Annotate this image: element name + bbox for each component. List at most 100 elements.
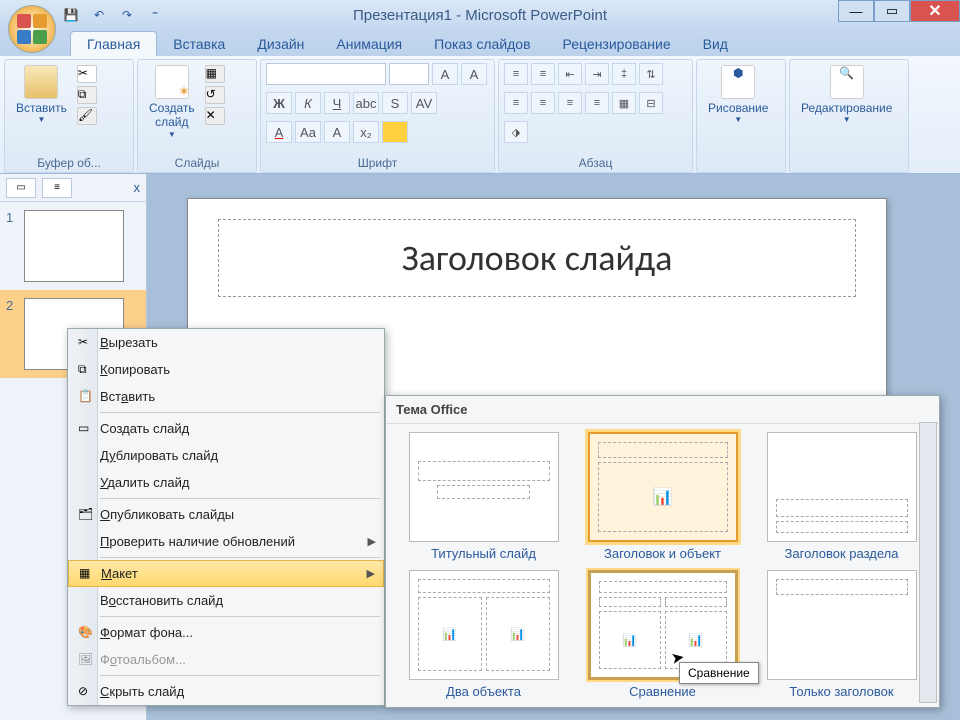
align-center-button[interactable]: ≡ xyxy=(531,92,555,114)
office-button[interactable] xyxy=(8,5,56,53)
layout-label: Только заголовок xyxy=(760,684,923,700)
group-paragraph: ≡ ≡ ⇤ ⇥ ‡ ⇅ ≡ ≡ ≡ ≡ ▦ ⊟ ⬗ Абзац xyxy=(498,59,693,173)
shrink-font-button[interactable]: A xyxy=(461,63,487,85)
layout-section-header[interactable]: Заголовок раздела xyxy=(760,432,923,562)
subscript-button[interactable]: x₂ xyxy=(353,121,379,143)
bullets-button[interactable]: ≡ xyxy=(504,63,528,85)
underline-button[interactable]: Ч xyxy=(324,92,350,114)
hide-icon: ⊘ xyxy=(78,684,94,700)
layout-gallery: Тема Office Титульный слайд 📊 Заголовок … xyxy=(385,395,940,708)
thumb-number: 1 xyxy=(6,210,18,282)
tab-view[interactable]: Вид xyxy=(687,32,744,56)
redo-icon[interactable]: ↷ xyxy=(118,6,136,24)
font-color-button[interactable]: A xyxy=(266,121,292,143)
group-font: A A Ж К Ч abc S AV A Aa A x₂ Шрифт xyxy=(260,59,495,173)
slides-tab-icon[interactable]: ▭ xyxy=(6,178,36,198)
change-case-button[interactable]: Aa xyxy=(295,121,321,143)
tab-review[interactable]: Рецензирование xyxy=(547,32,687,56)
ctx-check-updates[interactable]: Проверить наличие обновлений ▶ xyxy=(68,528,384,555)
numbering-button[interactable]: ≡ xyxy=(531,63,555,85)
highlight-button[interactable] xyxy=(382,121,408,143)
tab-animation[interactable]: Анимация xyxy=(320,32,418,56)
align-text-button[interactable]: ⊟ xyxy=(639,92,663,114)
save-icon[interactable]: 💾 xyxy=(62,6,80,24)
ctx-paste[interactable]: 📋 Вставить xyxy=(68,383,384,410)
italic-button[interactable]: К xyxy=(295,92,321,114)
format-painter-icon[interactable]: 🖌 xyxy=(77,107,97,125)
ctx-layout[interactable]: ▦ Макет ▶ xyxy=(68,560,384,587)
layout-label: Заголовок раздела xyxy=(760,546,923,562)
layout-icon[interactable]: ▦ xyxy=(205,65,225,83)
delete-icon[interactable]: ✕ xyxy=(205,107,225,125)
ctx-hide-slide[interactable]: ⊘ Скрыть слайд xyxy=(68,678,384,705)
slide-thumb-1[interactable]: 1 xyxy=(0,202,146,290)
copy-icon[interactable]: ⧉ xyxy=(77,86,97,104)
thumb-number: 2 xyxy=(6,298,18,370)
editing-button[interactable]: 🔍 Редактирование ▼ xyxy=(795,63,898,127)
grow-font-button[interactable]: A xyxy=(432,63,458,85)
clear-format-button[interactable]: A xyxy=(324,121,350,143)
close-button[interactable]: ✕ xyxy=(910,0,960,22)
layout-title-only[interactable]: Только заголовок xyxy=(760,570,923,700)
group-drawing-label xyxy=(702,154,780,172)
new-slide-button[interactable]: ✶ Создать слайд ▼ xyxy=(143,63,201,141)
new-slide-icon: ▭ xyxy=(78,421,94,437)
spacing-button[interactable]: AV xyxy=(411,92,437,114)
paste-button[interactable]: Вставить ▼ xyxy=(10,63,73,127)
ctx-copy[interactable]: ⧉ Копировать xyxy=(68,356,384,383)
layout-title-slide[interactable]: Титульный слайд xyxy=(402,432,565,562)
cut-icon[interactable]: ✂ xyxy=(77,65,97,83)
maximize-button[interactable]: ▭ xyxy=(874,0,910,22)
reset-icon[interactable]: ↺ xyxy=(205,86,225,104)
bold-button[interactable]: Ж xyxy=(266,92,292,114)
tab-home[interactable]: Главная xyxy=(70,31,157,56)
drawing-label: Рисование xyxy=(708,101,768,115)
line-spacing-button[interactable]: ‡ xyxy=(612,63,636,85)
ctx-reset-slide[interactable]: Восстановить слайд xyxy=(68,587,384,614)
align-right-button[interactable]: ≡ xyxy=(558,92,582,114)
ctx-new-slide[interactable]: ▭ Создать слайд xyxy=(68,415,384,442)
ctx-cut[interactable]: ✂ Вырезать xyxy=(68,329,384,356)
align-left-button[interactable]: ≡ xyxy=(504,92,528,114)
layout-title-and-content[interactable]: 📊 Заголовок и объект xyxy=(581,432,744,562)
drawing-button[interactable]: ⬢ Рисование ▼ xyxy=(702,63,774,127)
submenu-arrow-icon: ▶ xyxy=(368,535,376,548)
outline-tab-icon[interactable]: ≡ xyxy=(42,178,72,198)
convert-smartart-button[interactable]: ⬗ xyxy=(504,121,528,143)
ctx-delete-slide[interactable]: Удалить слайд xyxy=(68,469,384,496)
title-bar: 💾 ↶ ↷ ⁼ Презентация1 - Microsoft PowerPo… xyxy=(0,0,960,30)
layout-icon: ▦ xyxy=(79,566,95,582)
title-placeholder[interactable]: Заголовок слайда xyxy=(218,219,856,297)
panel-close-icon[interactable]: x xyxy=(134,180,141,195)
text-direction-button[interactable]: ⇅ xyxy=(639,63,663,85)
submenu-arrow-icon: ▶ xyxy=(367,567,375,580)
gallery-scrollbar[interactable] xyxy=(919,422,937,703)
dedent-button[interactable]: ⇤ xyxy=(558,63,582,85)
indent-button[interactable]: ⇥ xyxy=(585,63,609,85)
minimize-button[interactable]: — xyxy=(838,0,874,22)
justify-button[interactable]: ≡ xyxy=(585,92,609,114)
font-family-combo[interactable] xyxy=(266,63,386,85)
tab-design[interactable]: Дизайн xyxy=(241,32,320,56)
group-editing-label xyxy=(795,154,903,172)
tab-insert[interactable]: Вставка xyxy=(157,32,241,56)
strike-button[interactable]: abc xyxy=(353,92,379,114)
group-para-label: Абзац xyxy=(504,154,687,172)
tab-slideshow[interactable]: Показ слайдов xyxy=(418,32,546,56)
group-font-label: Шрифт xyxy=(266,154,489,172)
layout-comparison[interactable]: 📊📊 Сравнение ➤ Сравнение xyxy=(581,570,744,700)
ctx-format-background[interactable]: 🎨 Формат фона... xyxy=(68,619,384,646)
undo-icon[interactable]: ↶ xyxy=(90,6,108,24)
group-clipboard-label: Буфер об... xyxy=(10,154,128,172)
ctx-publish-slides[interactable]: 🗂 Опубликовать слайды xyxy=(68,501,384,528)
ctx-duplicate-slide[interactable]: Дублировать слайд xyxy=(68,442,384,469)
ctx-photo-album: 🖼 Фотоальбом... xyxy=(68,646,384,673)
qat-more-icon[interactable]: ⁼ xyxy=(146,6,164,24)
editing-label: Редактирование xyxy=(801,101,892,115)
context-menu: ✂ Вырезать ⧉ Копировать 📋 Вставить ▭ Соз… xyxy=(67,328,385,706)
shadow-button[interactable]: S xyxy=(382,92,408,114)
columns-button[interactable]: ▦ xyxy=(612,92,636,114)
font-size-combo[interactable] xyxy=(389,63,429,85)
layout-two-content[interactable]: 📊📊 Два объекта xyxy=(402,570,565,700)
group-editing: 🔍 Редактирование ▼ xyxy=(789,59,909,173)
